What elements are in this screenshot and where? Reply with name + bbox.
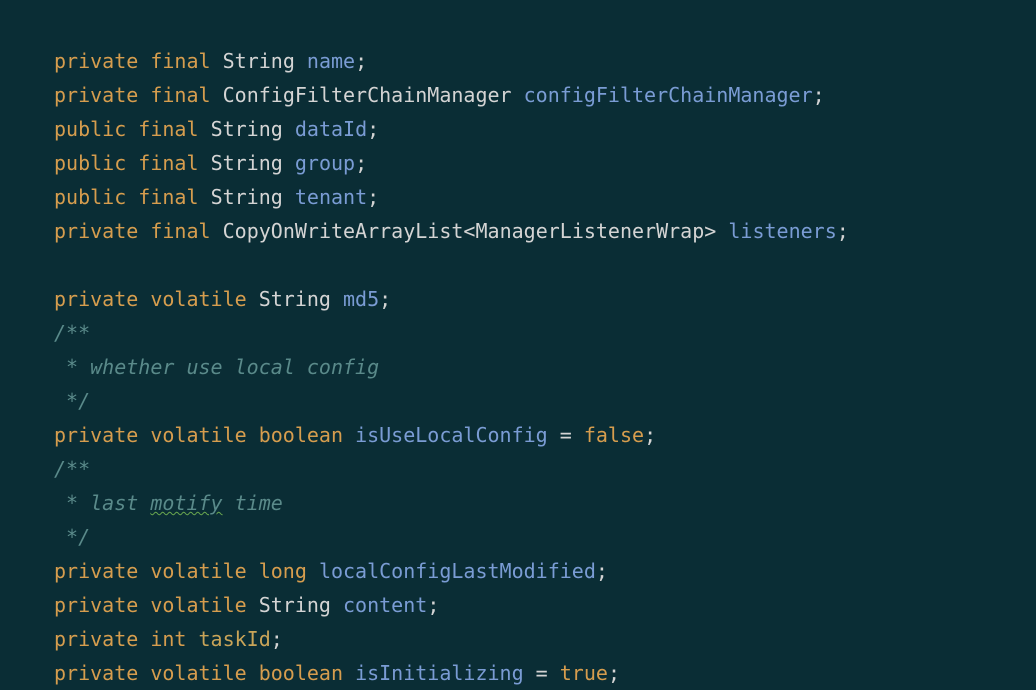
boolean-literal: true — [560, 661, 608, 685]
keyword-modifier: final — [150, 83, 210, 107]
field-name: isInitializing — [355, 661, 524, 685]
code-line: private volatile long localConfigLastMod… — [54, 554, 1036, 588]
field-name: isUseLocalConfig — [355, 423, 548, 447]
semicolon: ; — [427, 593, 439, 617]
keyword-access: public — [54, 151, 126, 175]
code-line: private final CopyOnWriteArrayList<Manag… — [54, 214, 1036, 248]
code-line: private volatile boolean isUseLocalConfi… — [54, 418, 1036, 452]
semicolon: ; — [355, 151, 367, 175]
type: String — [259, 287, 331, 311]
boolean-literal: false — [584, 423, 644, 447]
keyword-access: private — [54, 559, 138, 583]
field-name: content — [343, 593, 427, 617]
keyword-modifier: final — [150, 219, 210, 243]
type: String — [211, 151, 283, 175]
type: boolean — [259, 661, 343, 685]
type: String — [211, 117, 283, 141]
keyword-modifier: volatile — [150, 423, 246, 447]
keyword-access: private — [54, 49, 138, 73]
semicolon: ; — [644, 423, 656, 447]
field-name: name — [307, 49, 355, 73]
type-generic-pre: CopyOnWriteArrayList< — [223, 219, 476, 243]
type: int — [150, 627, 186, 651]
semicolon: ; — [367, 117, 379, 141]
semicolon: ; — [367, 185, 379, 209]
semicolon: ; — [813, 83, 825, 107]
keyword-modifier: volatile — [150, 661, 246, 685]
keyword-modifier: volatile — [150, 593, 246, 617]
assign-op: = — [548, 423, 584, 447]
type: String — [223, 49, 295, 73]
field-name: dataId — [295, 117, 367, 141]
keyword-modifier: final — [138, 151, 198, 175]
field-name: listeners — [728, 219, 836, 243]
field-name: group — [295, 151, 355, 175]
keyword-access: private — [54, 593, 138, 617]
comment-line: */ — [54, 384, 1036, 418]
keyword-access: public — [54, 185, 126, 209]
keyword-access: public — [54, 117, 126, 141]
javadoc-body: * whether use local config — [54, 355, 379, 379]
keyword-access: private — [54, 627, 138, 651]
keyword-access: private — [54, 287, 138, 311]
field-name: md5 — [343, 287, 379, 311]
code-line: private int taskId; — [54, 622, 1036, 656]
typo-warning: motify — [150, 491, 222, 515]
comment-line: /** — [54, 316, 1036, 350]
type-param: ManagerListenerWrap — [475, 219, 704, 243]
javadoc-close: */ — [54, 389, 90, 413]
javadoc-open: /** — [54, 321, 90, 345]
type: String — [259, 593, 331, 617]
type: boolean — [259, 423, 343, 447]
semicolon: ; — [608, 661, 620, 685]
code-line: public final String tenant; — [54, 180, 1036, 214]
code-line: private final ConfigFilterChainManager c… — [54, 78, 1036, 112]
comment-line: * whether use local config — [54, 350, 1036, 384]
field-name: tenant — [295, 185, 367, 209]
javadoc-body-pre: * last — [54, 491, 150, 515]
javadoc-close: */ — [54, 525, 90, 549]
code-line: public final String dataId; — [54, 112, 1036, 146]
keyword-modifier: volatile — [150, 287, 246, 311]
keyword-access: private — [54, 219, 138, 243]
blank-line — [54, 248, 1036, 282]
keyword-access: private — [54, 83, 138, 107]
field-name: configFilterChainManager — [524, 83, 813, 107]
keyword-access: private — [54, 661, 138, 685]
code-line: private volatile String content; — [54, 588, 1036, 622]
field-name: localConfigLastModified — [319, 559, 596, 583]
code-line: private volatile String md5; — [54, 282, 1036, 316]
comment-line: /** — [54, 452, 1036, 486]
comment-line: */ — [54, 520, 1036, 554]
keyword-modifier: final — [150, 49, 210, 73]
keyword-modifier: final — [138, 117, 198, 141]
javadoc-open: /** — [54, 457, 90, 481]
javadoc-body-post: time — [223, 491, 283, 515]
type: long — [259, 559, 307, 583]
semicolon: ; — [837, 219, 849, 243]
keyword-modifier: volatile — [150, 559, 246, 583]
keyword-modifier: final — [138, 185, 198, 209]
semicolon: ; — [379, 287, 391, 311]
semicolon: ; — [355, 49, 367, 73]
semicolon: ; — [271, 627, 283, 651]
type-generic-post: > — [704, 219, 716, 243]
code-line: private final String name; — [54, 44, 1036, 78]
keyword-access: private — [54, 423, 138, 447]
assign-op: = — [524, 661, 560, 685]
type: ConfigFilterChainManager — [223, 83, 512, 107]
code-editor[interactable]: private final String name; private final… — [0, 0, 1036, 690]
code-line: public final String group; — [54, 146, 1036, 180]
type: String — [211, 185, 283, 209]
code-line: private volatile boolean isInitializing … — [54, 656, 1036, 690]
comment-line: * last motify time — [54, 486, 1036, 520]
semicolon: ; — [596, 559, 608, 583]
field-name: taskId — [199, 627, 271, 651]
